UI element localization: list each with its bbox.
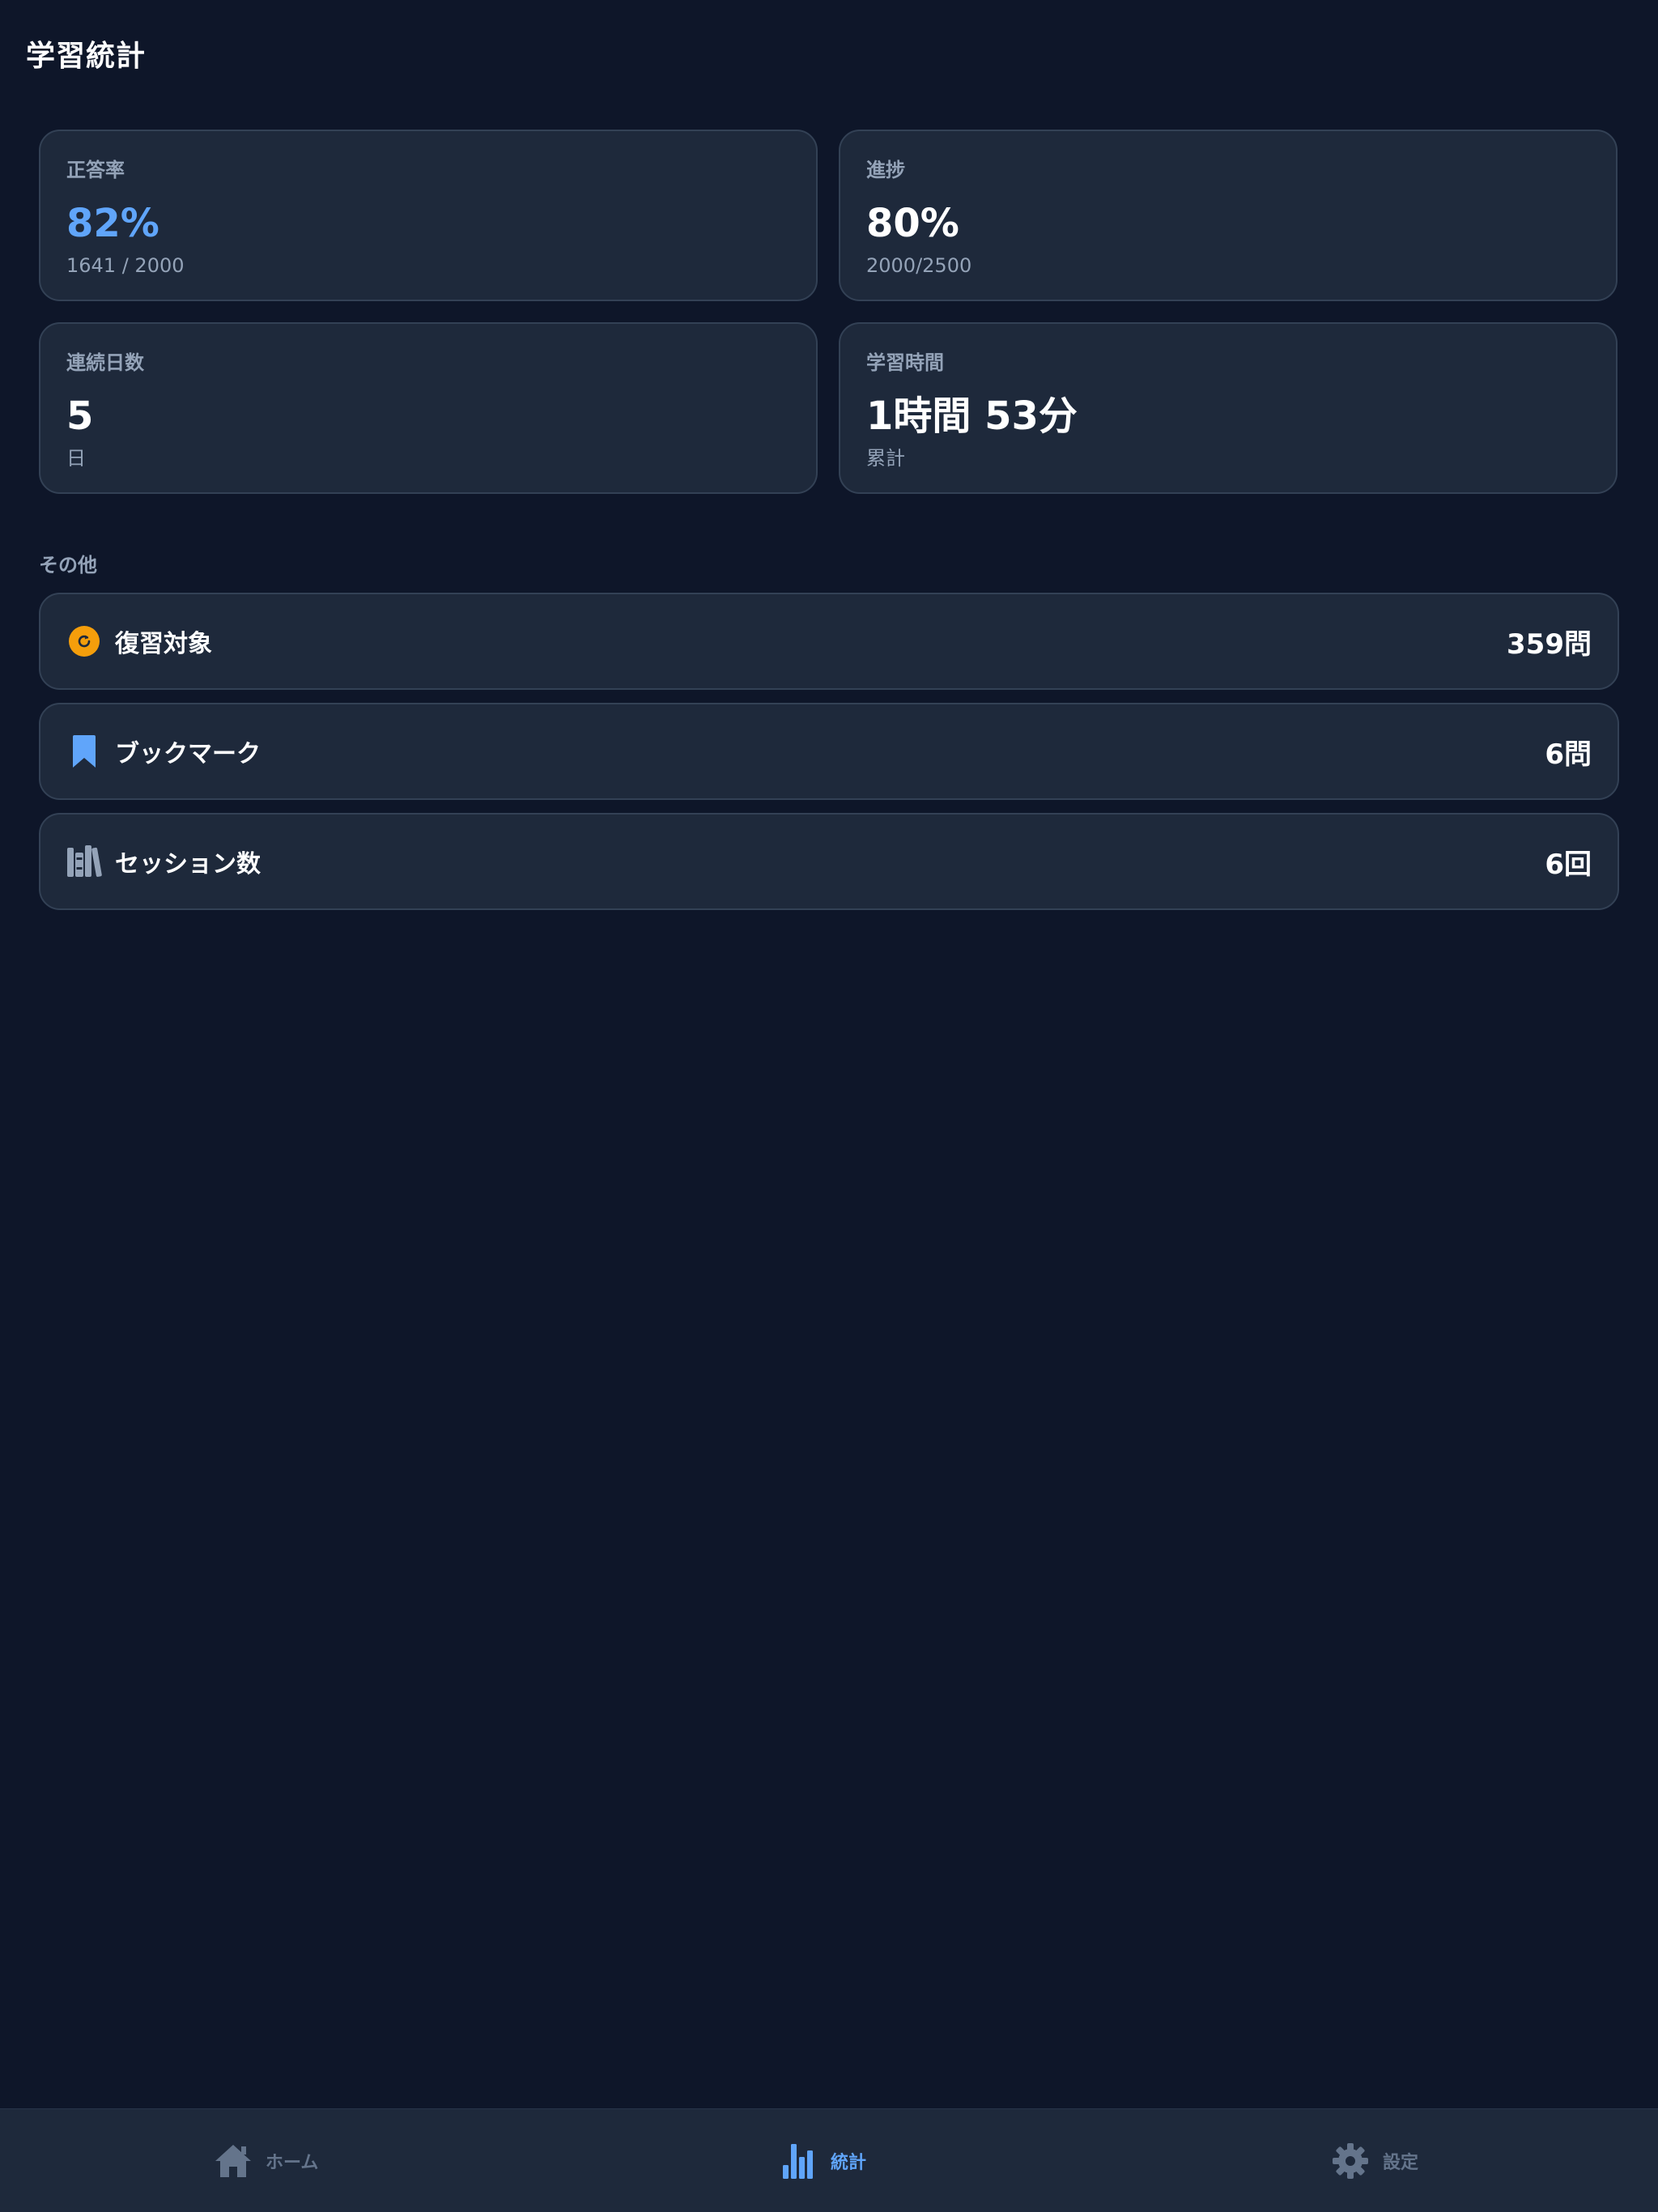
- streak-label: 連続日数: [66, 351, 144, 374]
- accuracy-card: 正答率 82% 1641 / 2000: [39, 130, 818, 301]
- gear-icon: [1331, 2142, 1370, 2180]
- tab-home[interactable]: ホーム: [214, 2109, 318, 2212]
- study-time-detail: 累計: [866, 447, 905, 470]
- progress-detail: 2000/2500: [866, 254, 972, 277]
- bottom-tab-bar: ホーム 統計 設定: [0, 2108, 1658, 2212]
- books-icon: [66, 844, 102, 879]
- accuracy-label: 正答率: [66, 159, 125, 181]
- sessions-row[interactable]: セッション数 6回: [39, 813, 1619, 910]
- home-icon: [214, 2142, 253, 2180]
- tab-settings[interactable]: 設定: [1331, 2109, 1418, 2212]
- bar-chart-icon: [779, 2142, 818, 2180]
- bookmarks-row[interactable]: ブックマーク 6問: [39, 703, 1619, 800]
- stats-screen: 学習統計 正答率 82% 1641 / 2000 進捗 80% 2000/250…: [0, 0, 1658, 2212]
- study-time-value: 1時間 53分: [866, 393, 1078, 439]
- section-label-other: その他: [39, 554, 97, 576]
- study-time-label: 学習時間: [866, 351, 944, 374]
- bookmarks-count: 6問: [1545, 738, 1592, 771]
- progress-label: 進捗: [866, 159, 905, 181]
- accuracy-value: 82%: [66, 201, 159, 246]
- sessions-label: セッション数: [115, 850, 261, 878]
- refresh-icon: [66, 623, 102, 659]
- tab-settings-label: 設定: [1383, 2153, 1419, 2173]
- tab-stats[interactable]: 統計: [779, 2109, 866, 2212]
- page-title: 学習統計: [26, 40, 147, 73]
- tab-stats-label: 統計: [831, 2153, 867, 2173]
- streak-unit: 日: [66, 447, 86, 470]
- bookmarks-label: ブックマーク: [115, 740, 261, 768]
- streak-card: 連続日数 5 日: [39, 322, 818, 494]
- bookmark-icon: [66, 734, 102, 769]
- sessions-count: 6回: [1545, 848, 1592, 881]
- streak-value: 5: [66, 393, 94, 439]
- accuracy-detail: 1641 / 2000: [66, 254, 185, 277]
- review-items-row[interactable]: 復習対象 359問: [39, 593, 1619, 690]
- review-items-count: 359問: [1507, 627, 1592, 661]
- progress-card: 進捗 80% 2000/2500: [839, 130, 1618, 301]
- study-time-card: 学習時間 1時間 53分 累計: [839, 322, 1618, 494]
- tab-home-label: ホーム: [266, 2153, 319, 2173]
- review-items-label: 復習対象: [115, 630, 212, 658]
- progress-value: 80%: [866, 201, 959, 246]
